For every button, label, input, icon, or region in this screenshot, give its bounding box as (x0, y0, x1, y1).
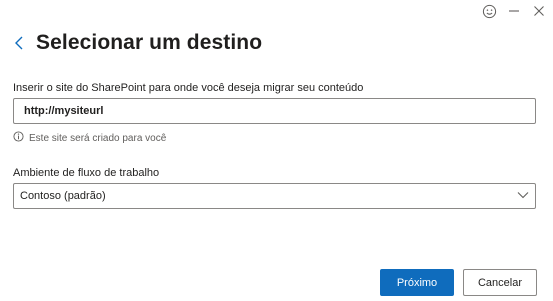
workflow-environment-dropdown[interactable]: Contoso (padrão) (13, 183, 536, 209)
window-controls (481, 2, 547, 20)
workflow-environment-label: Ambiente de fluxo de trabalho (13, 167, 160, 179)
next-button[interactable]: Próximo (380, 269, 454, 296)
site-hint: Este site será criado para você (13, 131, 166, 145)
migration-dialog: Selecionar um destino Inserir o site do … (0, 0, 553, 301)
info-icon (13, 131, 24, 145)
workflow-environment-value: Contoso (padrão) (20, 190, 106, 202)
smiley-icon[interactable] (481, 3, 497, 19)
minimize-icon[interactable] (506, 3, 522, 19)
site-url-input[interactable]: http://mysiteurl (13, 98, 536, 124)
chevron-left-icon[interactable] (12, 32, 26, 54)
close-icon[interactable] (531, 3, 547, 19)
page-title: Selecionar um destino (36, 31, 263, 54)
cancel-button[interactable]: Cancelar (463, 269, 537, 296)
chevron-down-icon (517, 190, 529, 202)
site-hint-text: Este site será criado para você (29, 132, 167, 144)
site-url-label: Inserir o site do SharePoint para onde v… (13, 82, 364, 94)
page-header: Selecionar um destino (12, 31, 262, 55)
